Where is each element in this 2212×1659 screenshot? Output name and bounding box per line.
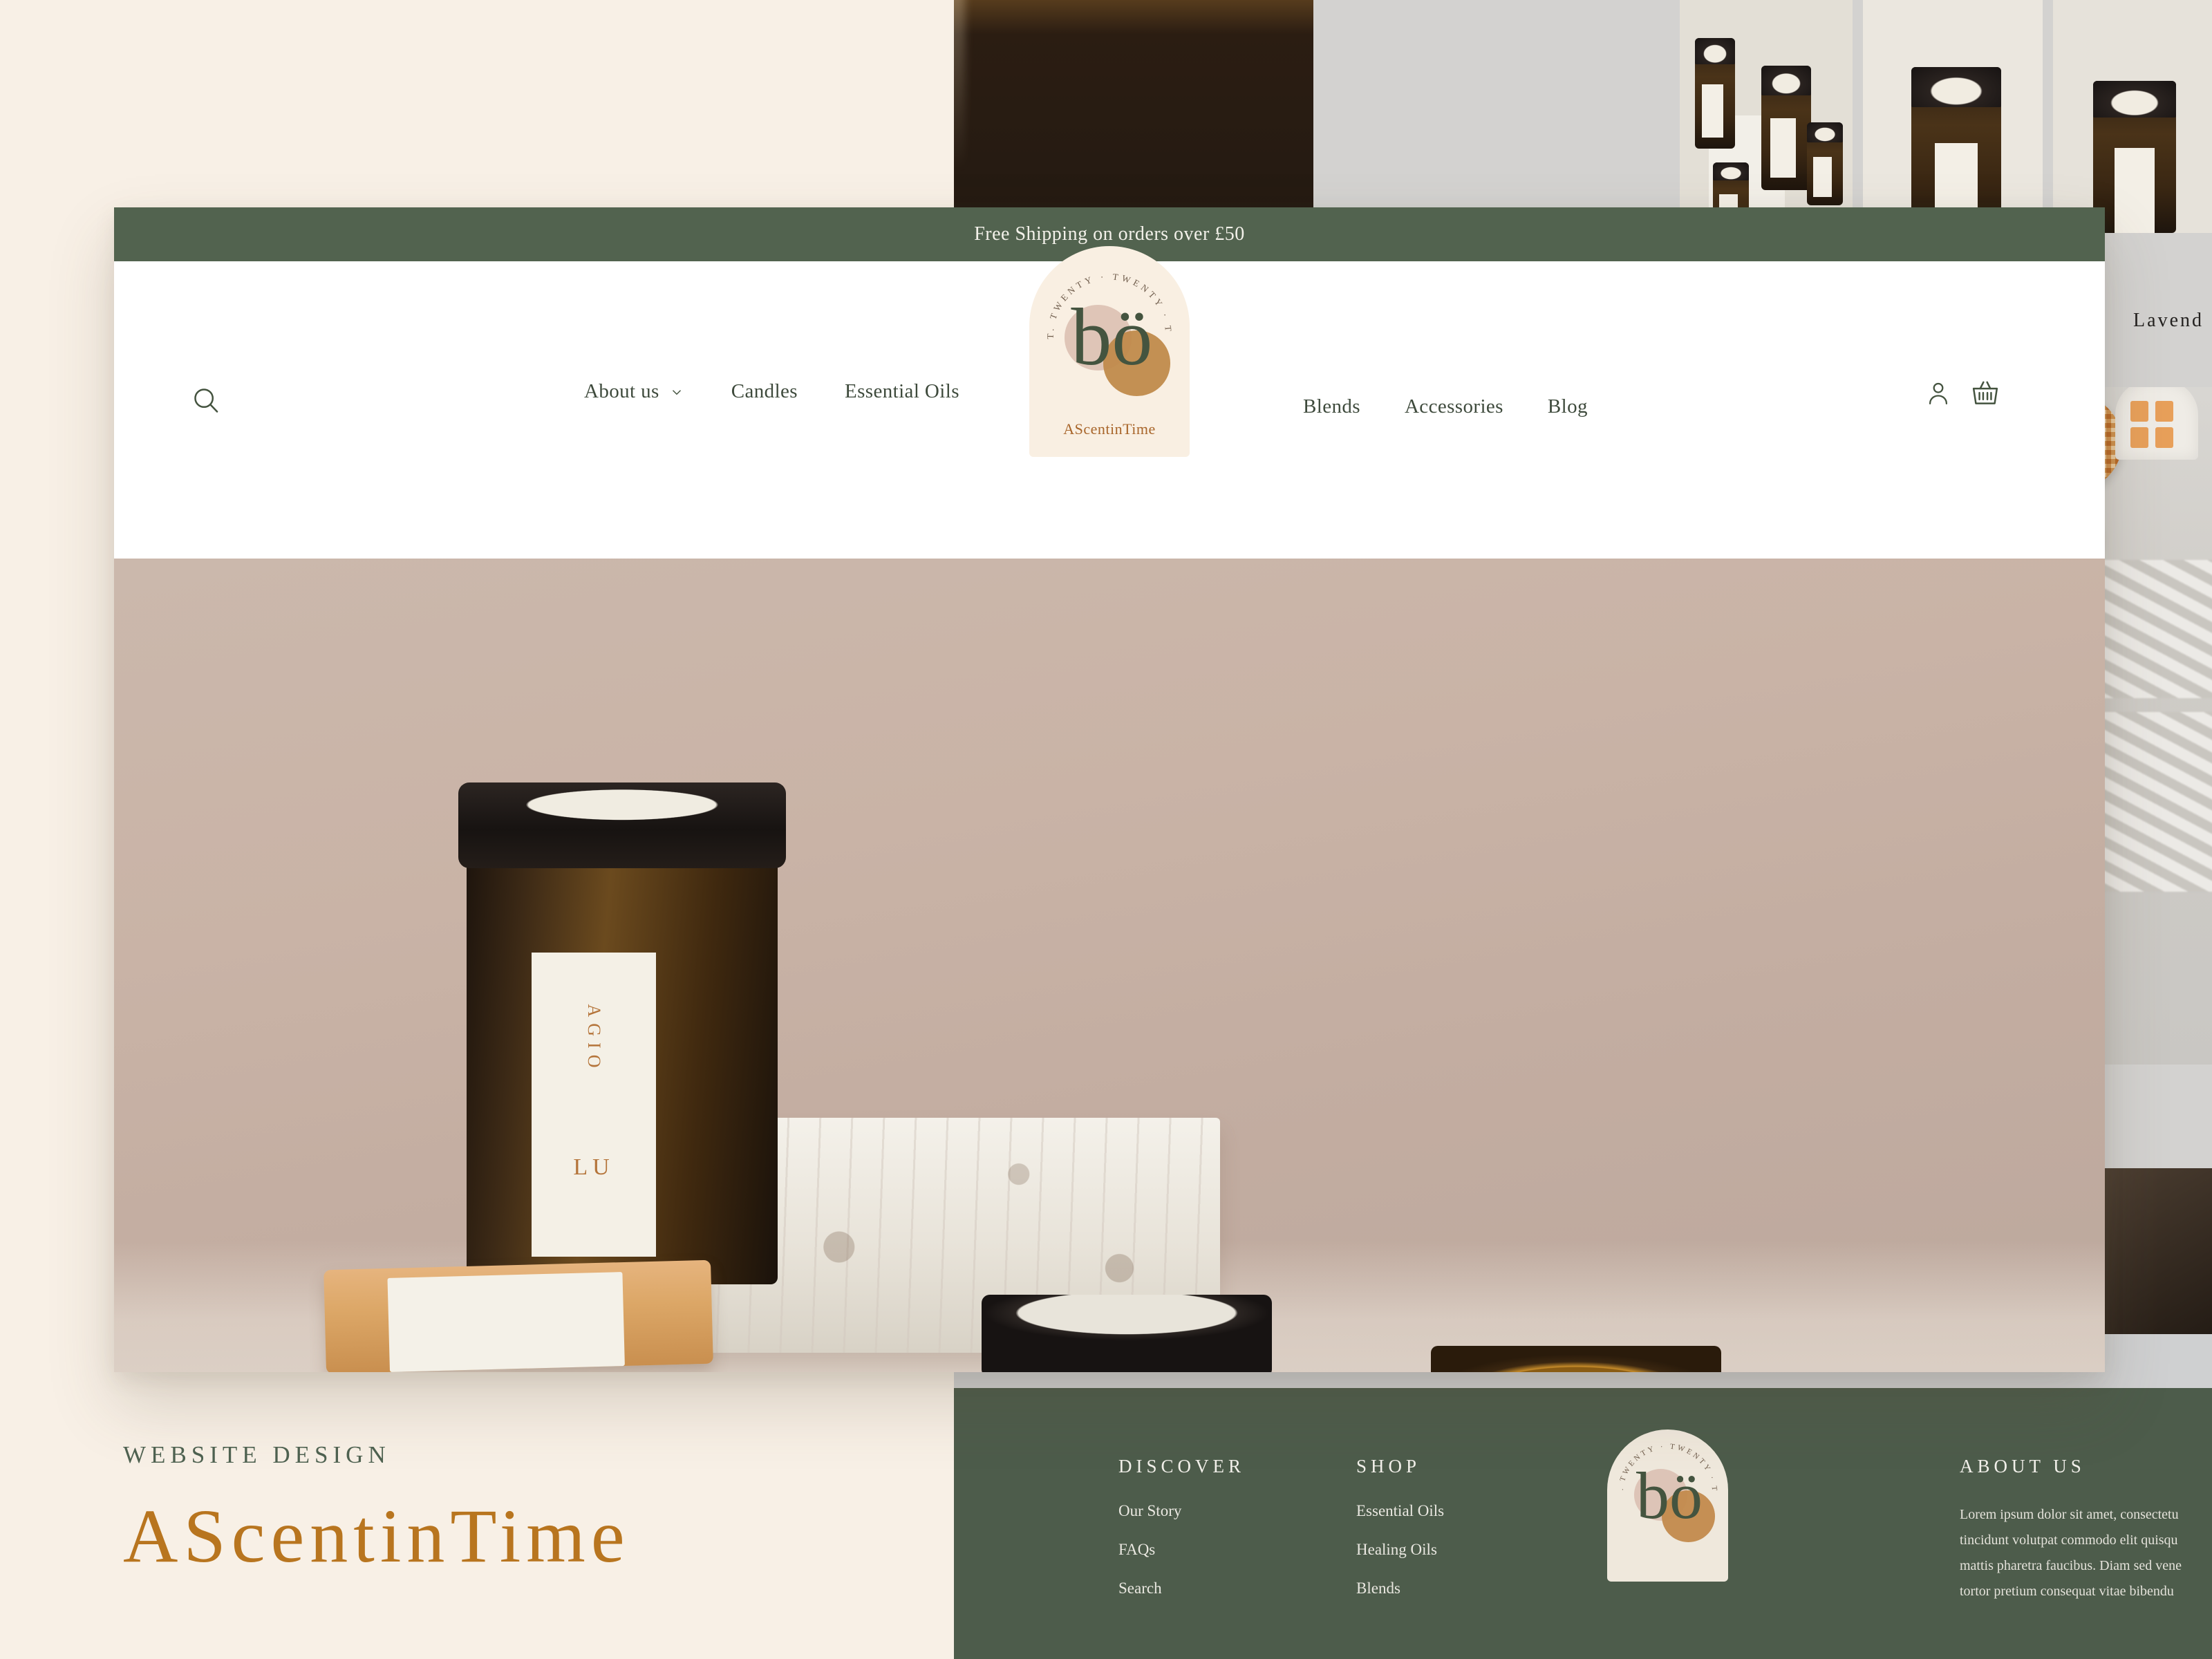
bg-product-title: Lavend (2133, 310, 2204, 331)
search-icon[interactable] (190, 384, 222, 416)
footer-link[interactable]: Blends (1356, 1580, 1444, 1597)
bg-jar (1807, 122, 1843, 205)
background-footer: DISCOVER Our Story FAQs Search SHOP Esse… (954, 1388, 2212, 1659)
screenshot-stage: Lavend lead a lif met, consectetu at. Ti… (0, 0, 2212, 1659)
badge-arc-text-svg: EST. TWENTY · TWENTY · TWO (1029, 250, 1174, 339)
bg-jar-label (1702, 84, 1723, 138)
badge-arc-text-svg: EST. TWENTY · TWENTY · TWO (1607, 1430, 1718, 1494)
footer-about-line: tincidunt volutpat commodo elit quisqu (1960, 1533, 2178, 1548)
bg-jar-cap (2093, 81, 2176, 118)
nav-item-blends[interactable]: Blends (1303, 395, 1360, 418)
bg-hero-candle-closeup (954, 0, 1313, 221)
hero-section: AGIO LU AKASHA ESSENTIALS Live a life of… (114, 559, 2105, 1372)
bg-jar-label (1770, 118, 1797, 178)
svg-text:EST. TWENTY · TWENTY · TWO: EST. TWENTY · TWENTY · TWO (1607, 1430, 1718, 1494)
footer-link[interactable]: Essential Oils (1356, 1502, 1444, 1520)
header-actions (1924, 377, 2001, 409)
caption-kicker: WEBSITE DESIGN (123, 1441, 391, 1468)
footer-heading: ABOUT US (1960, 1456, 2086, 1477)
caption-title: AScentinTime (123, 1494, 630, 1578)
nav-label: Blends (1303, 395, 1360, 418)
nav-label: Candles (731, 380, 798, 402)
hero-jar-rim (1431, 1346, 1721, 1372)
primary-nav-left: About us Candles Essential Oils (584, 380, 959, 403)
hero-jar-label-bottom: LU (573, 1154, 615, 1180)
nav-label: Essential Oils (844, 380, 959, 402)
footer-link[interactable]: Search (1118, 1580, 1245, 1597)
nav-item-blog[interactable]: Blog (1548, 395, 1588, 418)
nav-item-essential-oils[interactable]: Essential Oils (845, 380, 959, 403)
bg-product-card-2[interactable] (1863, 0, 2043, 233)
badge-arc-text: EST. TWENTY · TWENTY · TWO (1607, 1430, 1716, 1494)
bg-jar-label (2115, 147, 2155, 233)
site-logo-badge[interactable]: bö EST. TWENTY · TWENTY · TWO AScentinTi… (1029, 246, 1190, 457)
bg-lantern-house (2115, 387, 2198, 460)
hero-soap-bar (324, 1259, 713, 1372)
nav-label: Accessories (1404, 395, 1503, 418)
footer-heading: DISCOVER (1118, 1456, 1246, 1477)
badge-inner: bö EST. TWENTY · TWENTY · TWO (1607, 1430, 1728, 1582)
footer-column-shop: SHOP Essential Oils Healing Oils Blends (1356, 1456, 1444, 1618)
hero-jar-label: AGIO LU (532, 953, 656, 1257)
hero-jar-label-top: AGIO (584, 1004, 604, 1074)
badge-inner: bö EST. TWENTY · TWENTY · TWO AScentinTi… (1029, 246, 1190, 457)
bg-jar-cap (1761, 66, 1811, 96)
footer-heading: SHOP (1356, 1456, 1421, 1477)
bg-jar-cap (1807, 122, 1843, 142)
announcement-text: Free Shipping on orders over £50 (974, 223, 1245, 245)
chevron-down-icon (672, 389, 681, 395)
basket-icon[interactable] (1969, 377, 2001, 409)
website-mockup-panel: Free Shipping on orders over £50 About u… (114, 207, 2105, 1372)
footer-column-discover: DISCOVER Our Story FAQs Search (1118, 1456, 1245, 1618)
footer-link[interactable]: FAQs (1118, 1541, 1245, 1559)
bg-product-card-1[interactable] (1680, 0, 1853, 233)
account-icon[interactable] (1924, 379, 1953, 408)
bg-jar-cap (1911, 67, 2001, 107)
hero-candle-jar-left: AGIO LU (458, 782, 786, 1284)
hero-jar-lid (458, 782, 786, 868)
svg-text:EST. TWENTY · TWENTY · TWO: EST. TWENTY · TWENTY · TWO (1029, 250, 1174, 339)
footer-logo-badge[interactable]: bö EST. TWENTY · TWENTY · TWO (1607, 1430, 1728, 1582)
footer-link[interactable]: Our Story (1118, 1502, 1245, 1520)
nav-label: Blog (1547, 395, 1588, 418)
footer-about-line: mattis pharetra faucibus. Diam sed vene (1960, 1558, 2182, 1573)
bg-jar (1761, 66, 1811, 190)
footer-column-about: ABOUT US Lorem ipsum dolor sit amet, con… (1960, 1456, 2182, 1604)
bg-product-card-3[interactable] (2053, 0, 2212, 233)
badge-wordmark: AScentinTime (1063, 420, 1156, 438)
project-caption: WEBSITE DESIGN AScentinTime (123, 1441, 630, 1574)
site-header: About us Candles Essential Oils Blends A… (114, 246, 2105, 559)
nav-item-accessories[interactable]: Accessories (1405, 395, 1503, 418)
bg-jar-cap (1695, 38, 1735, 65)
hero-small-tin (982, 1295, 1272, 1372)
nav-label: About us (584, 380, 659, 402)
hero-candle-jar-right: AKASHA (1431, 1346, 1721, 1372)
bg-jar-label (1813, 157, 1833, 197)
primary-nav-right: Blends Accessories Blog (1303, 380, 1588, 418)
footer-link[interactable]: Healing Oils (1356, 1541, 1444, 1559)
footer-about-line: Lorem ipsum dolor sit amet, consectetu (1960, 1507, 2179, 1522)
bg-jar (1695, 38, 1735, 149)
nav-item-candles[interactable]: Candles (731, 380, 798, 403)
bg-jar-cap (1713, 162, 1749, 181)
footer-about-line: tortor pretium consequat vitae bibendu (1960, 1584, 2174, 1599)
nav-item-about-us[interactable]: About us (584, 380, 684, 403)
badge-arc-text: EST. TWENTY · TWENTY · TWO (1029, 250, 1171, 339)
bg-jar (2093, 81, 2176, 233)
